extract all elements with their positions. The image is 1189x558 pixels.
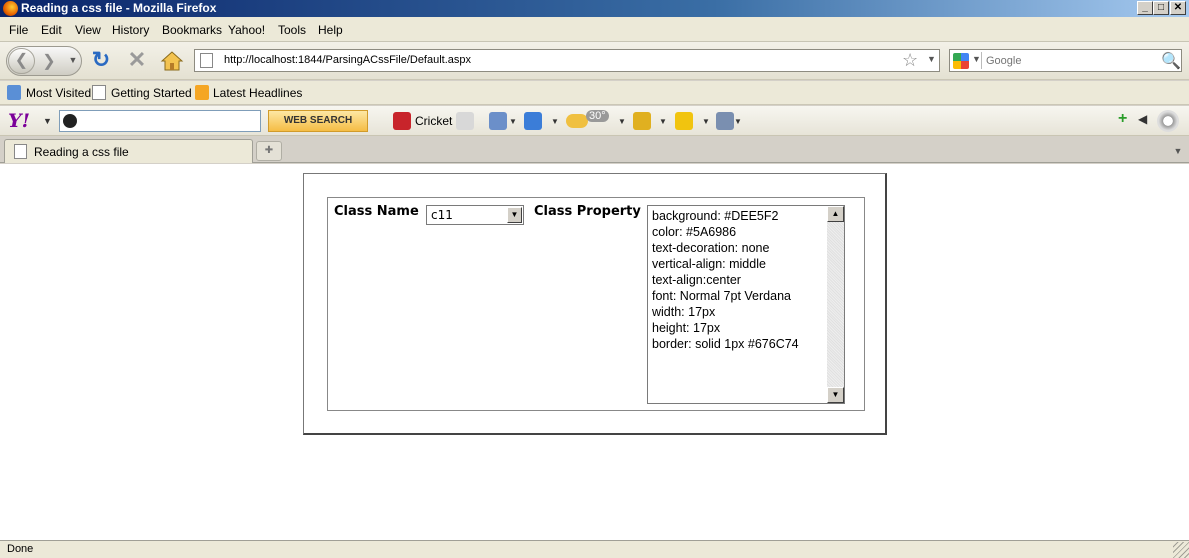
- yahoo-search-input[interactable]: [59, 110, 261, 132]
- page-icon: [92, 85, 106, 100]
- property-line: vertical-align: middle: [652, 257, 766, 271]
- resize-grip-icon[interactable]: [1173, 542, 1189, 558]
- page-icon: [14, 144, 27, 159]
- back-forward-group: ❮ ❯ ▼: [6, 46, 82, 76]
- class-name-label: Class Name: [334, 204, 419, 219]
- url-text[interactable]: http://localhost:1844/ParsingACssFile/De…: [224, 54, 471, 66]
- page-content: Class Name c11 ▼ Class Property backgrou…: [0, 164, 1189, 540]
- tab-list-dropdown-icon[interactable]: ▼: [1170, 141, 1186, 161]
- maximize-button[interactable]: □: [1153, 1, 1169, 15]
- menu-bar: File Edit View History Bookmarks Yahoo! …: [0, 17, 1189, 42]
- class-name-select[interactable]: c11 ▼: [426, 205, 524, 225]
- home-button[interactable]: [160, 50, 184, 72]
- web-search-button[interactable]: WEB SEARCH: [268, 110, 368, 132]
- search-input[interactable]: [986, 53, 1156, 69]
- google-engine-icon[interactable]: [953, 53, 969, 69]
- scroll-left-icon[interactable]: ◀: [1138, 112, 1147, 126]
- mail-dropdown-icon[interactable]: ▼: [551, 117, 559, 126]
- property-line: border: solid 1px #676C74: [652, 337, 799, 351]
- menu-view[interactable]: View: [75, 23, 101, 37]
- search-separator: [981, 52, 982, 69]
- property-line: width: 17px: [652, 305, 716, 319]
- tab-reading-a-css-file[interactable]: Reading a css file: [4, 139, 253, 163]
- menu-tools[interactable]: Tools: [278, 23, 306, 37]
- search-icon[interactable]: 🔍: [1161, 51, 1181, 71]
- bookmarks-icon[interactable]: [489, 112, 507, 130]
- weather-dropdown-icon[interactable]: ▼: [618, 117, 626, 126]
- add-button-icon[interactable]: +: [1118, 110, 1127, 128]
- finance-icon[interactable]: [456, 112, 474, 130]
- yahoo-dropdown-icon[interactable]: ▼: [43, 116, 52, 126]
- chevron-down-icon[interactable]: ▼: [507, 207, 522, 223]
- menu-bookmarks[interactable]: Bookmarks: [162, 23, 222, 37]
- antispy-dropdown-icon[interactable]: ▼: [734, 117, 742, 126]
- scroll-up-icon[interactable]: ▲: [827, 206, 844, 222]
- antispy-icon[interactable]: [716, 112, 734, 130]
- url-dropdown-icon[interactable]: ▼: [927, 54, 936, 64]
- weather-temp[interactable]: 30°: [586, 110, 609, 122]
- weather-icon[interactable]: [566, 114, 588, 128]
- address-bar[interactable]: http://localhost:1844/ParsingACssFile/De…: [194, 49, 940, 72]
- bookmarks-dropdown-icon[interactable]: ▼: [509, 117, 517, 126]
- textarea-scrollbar[interactable]: ▲ ▼: [827, 206, 844, 403]
- cricket-label[interactable]: Cricket: [415, 114, 452, 128]
- yahoo-toolbar: Y! ▼ WEB SEARCH Cricket ▼ ▼ 30° ▼ ▼ ▼ ▼ …: [0, 106, 1189, 136]
- property-line: text-align:center: [652, 273, 741, 287]
- page-icon: [200, 53, 213, 68]
- form-panel: Class Name c11 ▼ Class Property backgrou…: [327, 197, 865, 411]
- bookmark-latest-headlines[interactable]: Latest Headlines: [213, 86, 302, 100]
- engine-dropdown-icon[interactable]: ▼: [972, 54, 981, 64]
- forward-button[interactable]: ❯: [39, 53, 59, 71]
- bookmarks-toolbar: Most Visited Getting Started Latest Head…: [0, 81, 1189, 105]
- close-button[interactable]: ✕: [1170, 1, 1186, 15]
- tab-title: Reading a css file: [34, 145, 129, 159]
- mail-icon[interactable]: [524, 112, 542, 130]
- back-button[interactable]: ❮: [8, 48, 35, 74]
- minimize-button[interactable]: _: [1137, 1, 1153, 15]
- menu-yahoo[interactable]: Yahoo!: [228, 23, 265, 37]
- home-icon: [160, 51, 184, 71]
- menu-file[interactable]: File: [9, 23, 28, 37]
- window-titlebar: Reading a css file - Mozilla Firefox _ □…: [0, 0, 1189, 17]
- bookmark-most-visited[interactable]: Most Visited: [26, 86, 91, 100]
- history-dropdown-icon[interactable]: ▼: [67, 55, 79, 67]
- games-icon[interactable]: [633, 112, 651, 130]
- property-line: height: 17px: [652, 321, 721, 335]
- firefox-icon: [3, 1, 18, 16]
- reload-button[interactable]: ↻: [90, 49, 112, 72]
- stop-button[interactable]: ✕: [126, 49, 148, 72]
- property-line: color: #5A6986: [652, 225, 737, 239]
- menu-history[interactable]: History: [112, 23, 149, 37]
- class-property-label: Class Property: [534, 204, 641, 219]
- ebay-dropdown-icon[interactable]: ▼: [702, 117, 710, 126]
- tab-bar: Reading a css file ✚ ▼: [0, 137, 1189, 163]
- status-text: Done: [7, 543, 34, 555]
- settings-gear-icon[interactable]: [1157, 110, 1179, 132]
- search-box: ▼ 🔍: [949, 49, 1182, 72]
- scroll-down-icon[interactable]: ▼: [827, 387, 844, 403]
- class-name-value: c11: [431, 208, 453, 222]
- form-container: Class Name c11 ▼ Class Property backgrou…: [303, 173, 887, 435]
- bookmark-getting-started[interactable]: Getting Started: [111, 86, 192, 100]
- navigation-toolbar: ❮ ❯ ▼ ↻ ✕ http://localhost:1844/ParsingA…: [0, 42, 1189, 80]
- property-line: background: #DEE5F2: [652, 209, 779, 223]
- class-property-lines: background: #DEE5F2 color: #5A6986 text-…: [652, 208, 827, 352]
- class-property-textarea[interactable]: background: #DEE5F2 color: #5A6986 text-…: [647, 205, 845, 404]
- ebay-icon[interactable]: [675, 112, 693, 130]
- menu-help[interactable]: Help: [318, 23, 343, 37]
- window-title: Reading a css file - Mozilla Firefox: [21, 1, 217, 15]
- status-bar: Done: [0, 540, 1189, 558]
- bookmark-star-icon[interactable]: ☆: [902, 50, 918, 71]
- property-line: text-decoration: none: [652, 241, 770, 255]
- yahoo-logo[interactable]: Y!: [8, 110, 30, 132]
- games-dropdown-icon[interactable]: ▼: [659, 117, 667, 126]
- cricket-icon[interactable]: [393, 112, 411, 130]
- new-tab-button[interactable]: ✚: [256, 141, 282, 161]
- menu-edit[interactable]: Edit: [41, 23, 62, 37]
- rss-feed-icon: [195, 85, 209, 100]
- yahoo-search-icon: [63, 114, 77, 128]
- most-visited-icon: [7, 85, 21, 100]
- property-line: font: Normal 7pt Verdana: [652, 289, 791, 303]
